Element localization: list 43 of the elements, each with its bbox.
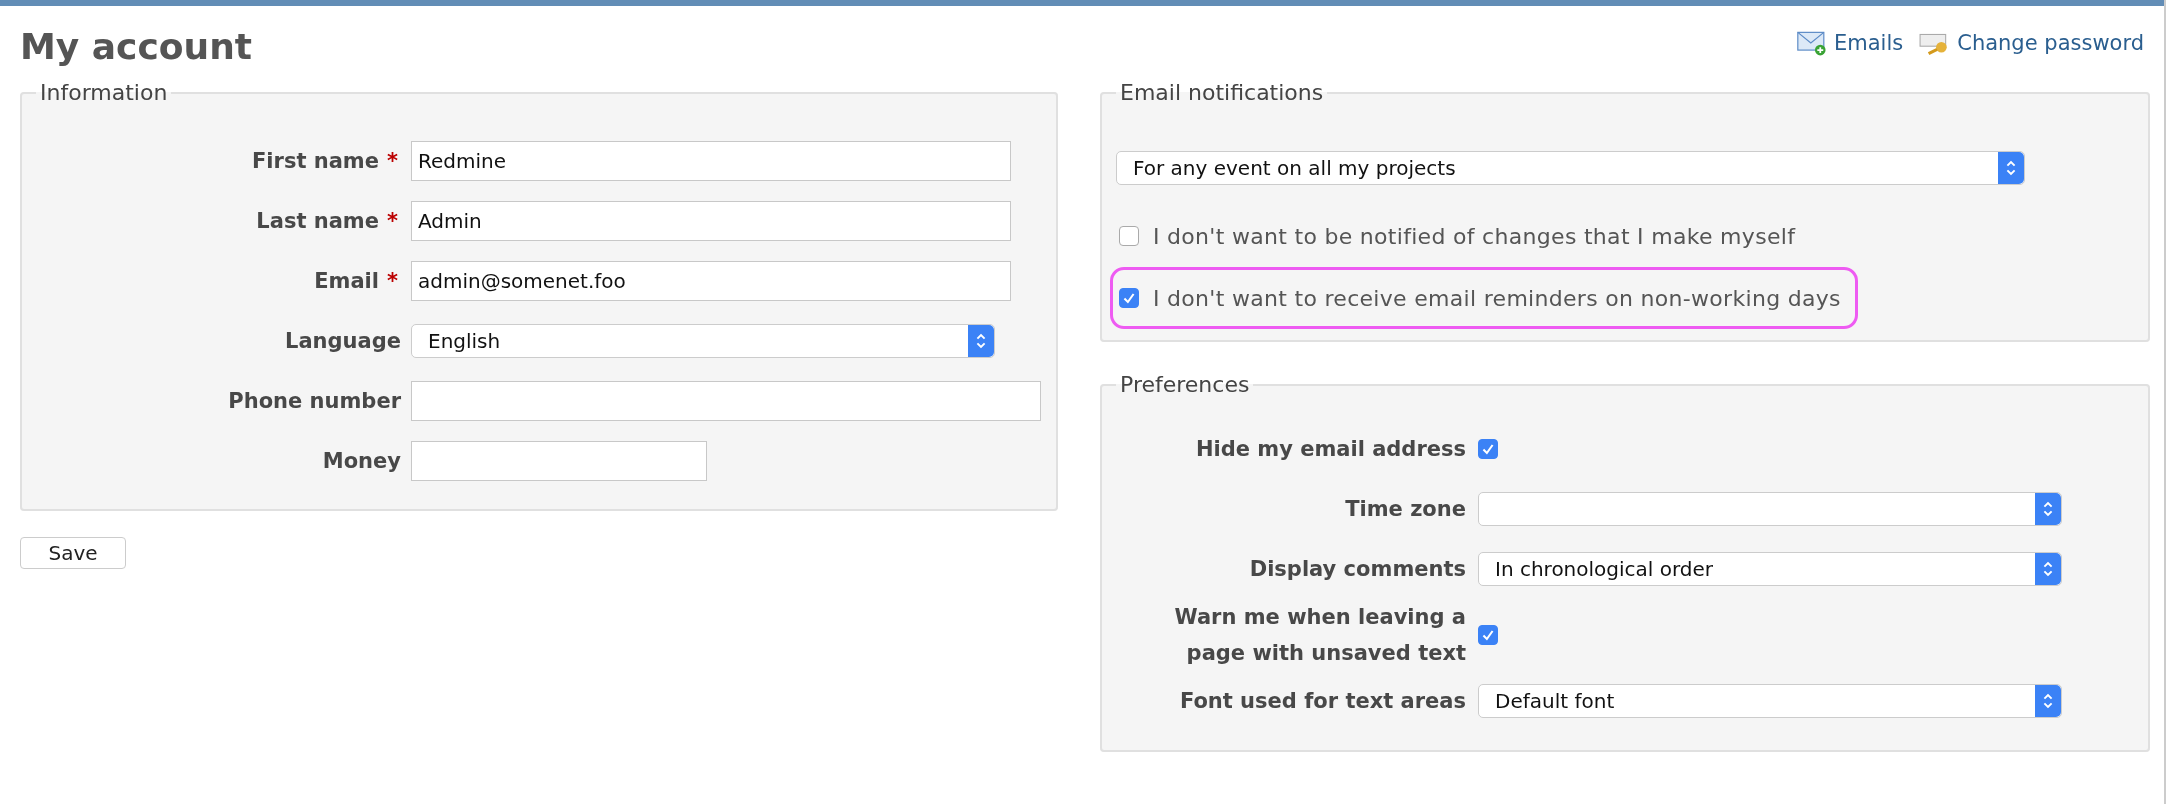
field-label: First name: [252, 149, 379, 173]
page-title: My account: [20, 26, 252, 67]
stepper-icon: [968, 325, 994, 357]
text-field[interactable]: Admin: [411, 201, 1011, 241]
required-mark: *: [387, 269, 399, 293]
checkbox[interactable]: [1478, 625, 1498, 645]
field-label: Display comments: [1248, 556, 1467, 583]
envelope-icon: [1796, 30, 1828, 56]
text-field[interactable]: Redmine: [411, 141, 1011, 181]
checkbox[interactable]: [1119, 288, 1139, 308]
panel-legend: Information: [36, 80, 172, 105]
select-field[interactable]: In chronological order: [1478, 552, 2062, 586]
field-label: Last name: [256, 209, 379, 233]
field-label: Money: [322, 449, 401, 473]
field-label: Phone number: [228, 389, 401, 413]
stepper-icon: [2035, 685, 2061, 717]
checkbox[interactable]: [1119, 226, 1139, 246]
select-field[interactable]: English: [411, 324, 995, 358]
select-field[interactable]: For any event on all my projects: [1116, 151, 2025, 185]
field-label: Warn me when leaving a page with unsaved text: [1173, 604, 1467, 667]
stepper-icon: [1998, 152, 2024, 184]
text-field[interactable]: admin@somenet.foo: [411, 261, 1011, 301]
select-field[interactable]: [1478, 492, 2062, 526]
field-label: Language: [285, 329, 401, 353]
panel-legend: Email notifications: [1116, 80, 1328, 105]
panel-legend: Preferences: [1116, 372, 1254, 397]
checkbox-label: I don't want to receive email reminders on non-working days: [1153, 285, 1841, 311]
stepper-icon: [2035, 493, 2061, 525]
checkbox[interactable]: [1478, 439, 1498, 459]
save-button[interactable]: Save: [20, 537, 126, 569]
required-mark: *: [387, 149, 399, 173]
text-field[interactable]: [411, 381, 1041, 421]
required-mark: *: [387, 209, 399, 233]
stepper-icon: [2035, 553, 2061, 585]
header-link[interactable]: Change password: [1919, 30, 2144, 56]
text-field[interactable]: [411, 441, 707, 481]
header-link[interactable]: Emails: [1796, 30, 1904, 56]
field-label: Hide my email address: [1194, 436, 1467, 463]
select-field[interactable]: Default font: [1478, 684, 2062, 718]
field-label: Font used for text areas: [1178, 688, 1467, 715]
field-label: Time zone: [1344, 496, 1467, 523]
checkbox-label: I don't want to be notified of changes that I make myself: [1153, 223, 1796, 249]
field-label: Email: [314, 269, 379, 293]
